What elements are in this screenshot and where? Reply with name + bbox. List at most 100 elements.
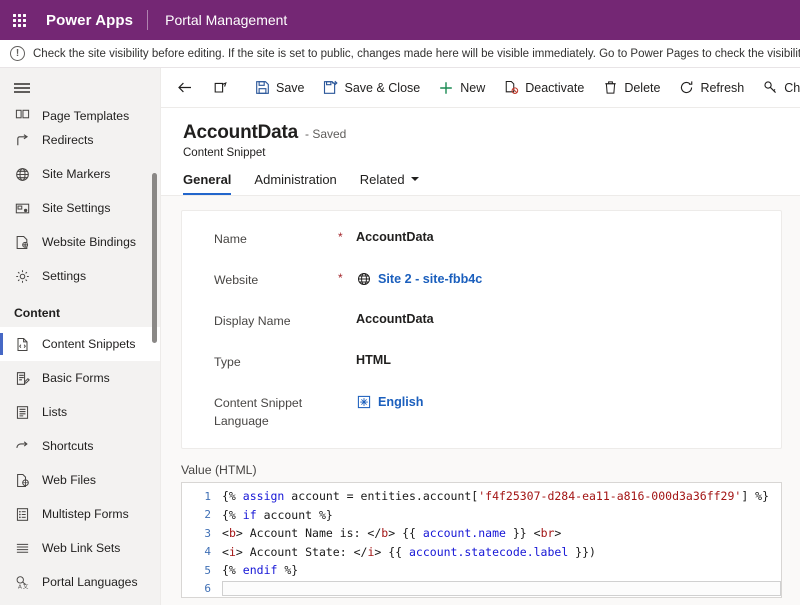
new-button-label: New [460,81,485,95]
record-title-row: AccountData - Saved [183,122,800,144]
required-asterisk [338,352,356,353]
field-website: Website * Site 2 - site-fbb4c [182,270,781,311]
svg-text:文: 文 [23,582,29,590]
language-lookup-value[interactable]: English [356,393,423,409]
sidebar-item-settings[interactable]: Settings [0,259,160,293]
sidebar-item-label: Settings [42,269,86,283]
line-number: 5 [182,564,222,577]
sidebar-item-page-templates[interactable]: Page Templates [0,101,160,123]
sidebar-item-label: Portal Languages [42,575,138,589]
sidebar-item-label: Basic Forms [42,371,110,385]
sidebar-item-label: Web Files [42,473,96,487]
deactivate-button-label: Deactivate [525,81,584,95]
sidebar-scrollbar[interactable] [152,173,157,343]
save-status-label: - Saved [305,127,346,141]
sidebar-item-label: Page Templates [42,109,129,123]
app-name-label[interactable]: Portal Management [148,12,287,28]
code-line-text[interactable]: <b> Account Name is: </b> {{ account.nam… [222,526,561,540]
refresh-icon [678,80,694,96]
sidebar-item-basic-forms[interactable]: Basic Forms [0,361,160,395]
sidebar-item-portal-languages[interactable]: A 文 Portal Languages [0,565,160,599]
website-lookup-value[interactable]: Site 2 - site-fbb4c [356,270,482,286]
field-label: Display Name [214,311,338,331]
tab-related[interactable]: Related [349,172,431,195]
main-content-area: Save Save & Close New [160,68,800,605]
exclamation-circle-icon: ! [10,46,25,61]
sidebar-navigation[interactable]: Page Templates Redirects Site Markers [0,68,160,605]
line-number: 4 [182,545,222,558]
shortcut-icon [14,438,31,455]
display-name-field-value[interactable]: AccountData [356,311,434,326]
site-settings-icon [14,200,31,217]
code-line-text[interactable]: {% assign account = entities.account['f4… [222,489,769,503]
notification-text: Check the site visibility before editing… [33,48,800,60]
sidebar-item-content-snippets[interactable]: Content Snippets [0,327,160,361]
save-disk-icon [254,80,270,96]
code-line-text[interactable]: {% endif %} [222,563,298,577]
sidebar-item-label: Web Link Sets [42,541,120,555]
refresh-button-label: Refresh [700,81,744,95]
tab-administration[interactable]: Administration [243,172,348,195]
required-asterisk: * [338,229,356,244]
multistep-form-icon [14,506,31,523]
field-name: Name * AccountData [182,229,781,270]
suite-brand-label[interactable]: Power Apps [38,12,147,29]
sidebar-item-web-files[interactable]: Web Files [0,463,160,497]
name-field-value[interactable]: AccountData [356,229,434,244]
value-html-label: Value (HTML) [181,463,782,482]
tab-label: Administration [254,172,336,187]
field-display-name: Display Name AccountData [182,311,781,352]
back-button[interactable] [167,71,203,105]
waffle-grid-icon[interactable] [0,0,38,40]
code-line-text[interactable]: {% if account %} [222,508,333,522]
sidebar-item-website-bindings[interactable]: Website Bindings [0,225,160,259]
field-type: Type HTML [182,352,781,393]
save-and-close-button[interactable]: Save & Close [314,71,430,105]
type-field-value[interactable]: HTML [356,352,391,367]
refresh-button[interactable]: Refresh [669,71,753,105]
sidebar-item-label: Site Markers [42,167,110,181]
required-asterisk [338,311,356,312]
code-line-text[interactable] [222,581,781,596]
chevron-down-icon [411,177,419,181]
sidebar-item-web-pages[interactable]: Web Pages [0,599,160,605]
form-tab-strip: General Administration Related [183,172,800,195]
sidebar-item-label: Lists [42,405,67,419]
svg-text:A: A [18,584,22,590]
language-entity-icon [356,394,371,409]
language-lookup-label: English [378,395,423,409]
sidebar-item-web-link-sets[interactable]: Web Link Sets [0,531,160,565]
code-editor[interactable]: 1 {% assign account = entities.account['… [181,482,782,598]
code-line-text[interactable]: <i> Account State: </i> {{ account.state… [222,545,596,559]
new-button[interactable]: New [429,71,494,105]
sidebar-item-multistep-forms[interactable]: Multistep Forms [0,497,160,531]
list-icon [14,404,31,421]
value-html-editor-section: Value (HTML) 1 {% assign account = entit… [181,463,782,598]
web-file-icon [14,472,31,489]
sidebar-item-site-settings[interactable]: Site Settings [0,191,160,225]
delete-button[interactable]: Delete [593,71,669,105]
check-access-button-label: Check Acc [784,81,800,95]
sidebar-item-label: Website Bindings [42,235,136,249]
code-line: 2 {% if account %} [182,506,781,525]
deactivate-button[interactable]: Deactivate [494,71,593,105]
open-in-new-window-button[interactable] [203,71,239,105]
code-line: 1 {% assign account = entities.account['… [182,487,781,506]
line-number: 1 [182,490,222,503]
delete-button-label: Delete [624,81,660,95]
sidebar-item-site-markers[interactable]: Site Markers [0,157,160,191]
sidebar-item-shortcuts[interactable]: Shortcuts [0,429,160,463]
gear-icon [14,268,31,285]
tab-general[interactable]: General [183,172,243,195]
required-asterisk: * [338,270,356,285]
code-line: 5 {% endif %} [182,561,781,580]
check-access-button[interactable]: Check Acc [753,71,800,105]
save-button[interactable]: Save [245,71,314,105]
save-button-label: Save [276,81,305,95]
tab-label: Related [360,172,405,187]
basic-form-icon [14,370,31,387]
hamburger-menu-icon[interactable] [0,68,160,100]
sidebar-item-redirects[interactable]: Redirects [0,123,160,157]
open-in-new-window-icon [213,80,229,96]
sidebar-item-lists[interactable]: Lists [0,395,160,429]
